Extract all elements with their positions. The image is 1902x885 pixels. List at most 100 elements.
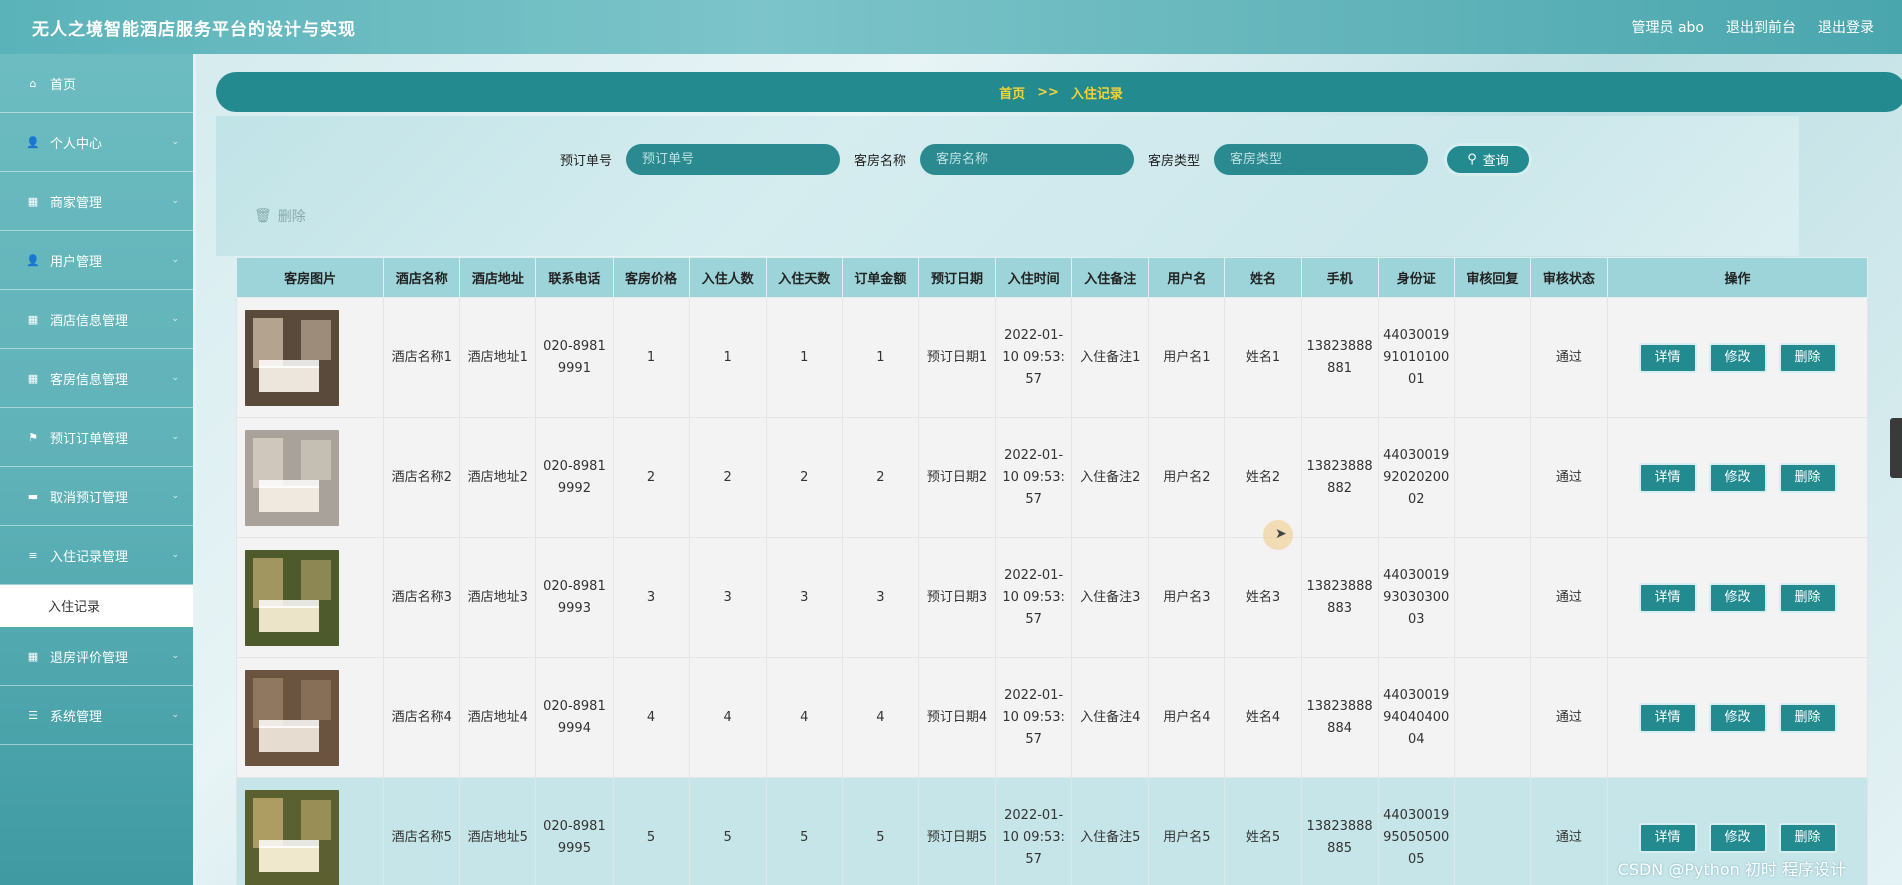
breadcrumb: 首页 >> 入住记录 (216, 72, 1902, 112)
table-row[interactable]: 酒店名称2 酒店地址2 020-89819992 2 2 2 2 预订日期2 2022-01-1… (236, 417, 1868, 538)
table-cell: 通过 (1529, 537, 1609, 658)
chevron-down-icon: ⌄ (171, 651, 179, 661)
room-type-label: 客房类型 (1148, 154, 1201, 169)
room-photo (245, 549, 339, 646)
flag-icon: ⚑ (28, 430, 38, 444)
search-icon: ⚲ (1467, 152, 1477, 167)
room-image-cell (236, 777, 385, 885)
table-cell: 用户名1 (1148, 297, 1226, 418)
column-header: 客房价格 (612, 257, 690, 298)
table-cell: 2 (765, 417, 843, 538)
sidebar-item-1[interactable]: 👤 个人中心 ⌄ (0, 113, 193, 172)
table-cell: 5 (688, 777, 767, 885)
sidebar-item-4[interactable]: ▦ 酒店信息管理 ⌄ (0, 290, 193, 349)
column-header: 酒店名称 (383, 257, 461, 298)
sidebar-item-label: 客房信息管理 (50, 372, 129, 388)
table-cell: 13823888883 (1300, 537, 1379, 658)
room-image-cell (236, 537, 385, 658)
table-row[interactable]: 酒店名称4 酒店地址4 020-89819994 4 4 4 4 预订日期4 2022-01-1… (236, 657, 1868, 778)
room-type-input[interactable] (1214, 144, 1429, 175)
sidebar-item-2[interactable]: ▦ 商家管理 ⌄ (0, 172, 193, 231)
sidebar-item-label: 酒店信息管理 (50, 313, 129, 329)
table-row[interactable]: 酒店名称1 酒店地址1 020-89819991 1 1 1 1 预订日期1 2022-01-1… (236, 297, 1868, 418)
bulk-delete-button[interactable]: 🗑 删除 (254, 206, 306, 226)
table-cell (1453, 777, 1531, 885)
trash-icon: 🗑 (254, 208, 272, 224)
sidebar-item-0[interactable]: ⌂ 首页 (0, 54, 193, 113)
search-row: 预订单号 客房名称 客房类型 ⚲ 查询 (560, 143, 1533, 176)
table-cell: 4 (765, 657, 843, 778)
sidebar-item-7[interactable]: ▬ 取消预订管理 ⌄ (0, 467, 193, 526)
edit-button[interactable]: 修改 (1708, 582, 1767, 613)
sliders-icon: ☰ (28, 708, 38, 722)
logout-link[interactable]: 退出登录 (1818, 17, 1874, 37)
table-row[interactable]: 酒店名称3 酒店地址3 020-89819993 3 3 3 3 预订日期3 2022-01-1… (236, 537, 1868, 658)
search-button[interactable]: ⚲ 查询 (1444, 143, 1533, 176)
table-cell: 酒店地址3 (459, 537, 537, 658)
table-cell: 020-89819995 (535, 777, 614, 885)
table-cell: 3 (841, 537, 919, 658)
grid-icon: ▦ (27, 371, 39, 385)
table-cell: 1 (841, 297, 919, 418)
sidebar-item-9[interactable]: ▦ 退房评价管理 ⌄ (0, 627, 193, 686)
edit-button[interactable]: 修改 (1708, 822, 1767, 853)
sidebar-item-label: 用户管理 (50, 254, 103, 270)
delete-button[interactable]: 删除 (1778, 582, 1837, 613)
row-actions: 详情 修改 删除 (1607, 657, 1868, 778)
scrollbar-handle[interactable] (1890, 418, 1902, 478)
table-cell: 2 (612, 417, 690, 538)
room-name-label: 客房名称 (854, 154, 907, 169)
sidebar-item-8[interactable]: ≡ 入住记录管理 ⌄ (0, 526, 193, 585)
table-cell: 预订日期1 (917, 297, 997, 418)
table-cell: 020-89819994 (535, 657, 614, 778)
admin-user-link[interactable]: 管理员 abo (1632, 17, 1704, 37)
sidebar-item-5[interactable]: ▦ 客房信息管理 ⌄ (0, 349, 193, 408)
edit-button[interactable]: 修改 (1708, 462, 1767, 493)
detail-button[interactable]: 详情 (1638, 462, 1697, 493)
breadcrumb-home[interactable]: 首页 (999, 83, 1025, 102)
table-cell: 440300199404040004 (1377, 657, 1455, 778)
exit-to-frontend-link[interactable]: 退出到前台 (1726, 17, 1796, 37)
table-cell: 酒店地址1 (459, 297, 537, 418)
submenu-item-checkin-records[interactable]: 入住记录 (0, 585, 193, 627)
order-no-input[interactable] (626, 144, 841, 175)
detail-button[interactable]: 详情 (1638, 822, 1697, 853)
user-icon: 👤 (26, 135, 40, 149)
delete-button[interactable]: 删除 (1778, 462, 1837, 493)
detail-button[interactable]: 详情 (1638, 342, 1697, 373)
column-header: 身份证 (1377, 257, 1455, 298)
delete-button[interactable]: 删除 (1778, 702, 1837, 733)
table-header-row: 客房图片 酒店名称 酒店地址 联系电话 客房价格 入住人数 入住天数 订单金额 预订日期 入住时间… (236, 257, 1868, 298)
delete-button[interactable]: 删除 (1778, 342, 1837, 373)
watermark: CSDN @Python 初时 程序设计 (1617, 860, 1846, 879)
top-bar: 无人之境智能酒店服务平台的设计与实现 管理员 abo 退出到前台 退出登录 (0, 0, 1902, 54)
sidebar-item-label: 个人中心 (50, 136, 103, 152)
table-cell: 3 (688, 537, 767, 658)
table-cell: 3 (612, 537, 690, 658)
breadcrumb-separator: >> (1037, 84, 1059, 100)
user-icon: 👤 (26, 253, 40, 267)
detail-button[interactable]: 详情 (1638, 582, 1697, 613)
sidebar-item-10[interactable]: ☰ 系统管理 ⌄ (0, 686, 193, 745)
top-links: 管理员 abo 退出到前台 退出登录 (1632, 17, 1874, 37)
detail-button[interactable]: 详情 (1638, 702, 1697, 733)
table-cell: 姓名2 (1224, 417, 1302, 538)
sidebar-item-label: 取消预订管理 (50, 490, 129, 506)
edit-button[interactable]: 修改 (1708, 342, 1767, 373)
table-cell: 酒店名称1 (383, 297, 461, 418)
table-cell: 酒店地址5 (459, 777, 537, 885)
delete-button[interactable]: 删除 (1778, 822, 1837, 853)
table-cell: 4 (688, 657, 767, 778)
table-cell: 通过 (1529, 657, 1609, 778)
bulk-delete-label: 删除 (277, 209, 306, 225)
table-cell: 3 (765, 537, 843, 658)
sidebar-item-6[interactable]: ⚑ 预订订单管理 ⌄ (0, 408, 193, 467)
column-header: 酒店地址 (459, 257, 537, 298)
room-name-input[interactable] (920, 144, 1135, 175)
table-cell: 酒店名称5 (383, 777, 461, 885)
table-cell: 020-89819993 (535, 537, 614, 658)
room-image-cell (236, 297, 385, 418)
table-cell (1453, 537, 1531, 658)
edit-button[interactable]: 修改 (1708, 702, 1767, 733)
sidebar-item-3[interactable]: 👤 用户管理 ⌄ (0, 231, 193, 290)
